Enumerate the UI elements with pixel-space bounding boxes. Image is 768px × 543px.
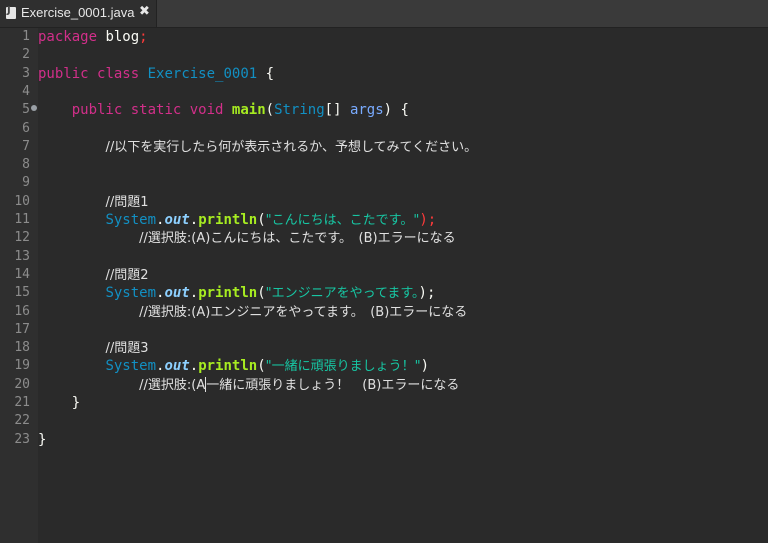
type-name: String	[274, 102, 325, 119]
code-line-14: //問題2	[38, 266, 148, 284]
method-name: println	[198, 285, 258, 302]
brace: }	[71, 395, 81, 411]
keyword: void	[189, 102, 224, 119]
class-name: System	[105, 285, 157, 302]
string-literal: "こんにちは、こたです。"	[265, 213, 420, 228]
line-number: 12	[14, 230, 30, 246]
code-line-3: public class Exercise_0001 {	[38, 65, 274, 83]
comment: //選択肢:(A	[139, 377, 206, 393]
keyword: package	[38, 29, 98, 45]
semicolon: ;	[139, 29, 148, 45]
dot: .	[189, 358, 199, 375]
line-number: 10	[14, 193, 30, 209]
code-line-19: System.out.println("一緒に頑張りましょう！")	[38, 357, 429, 375]
comment: //問題3	[105, 341, 149, 357]
array-brackets: []	[324, 102, 350, 119]
line-number: 4	[22, 83, 30, 99]
line-number: 11	[14, 212, 30, 227]
class-name: Exercise_0001	[147, 65, 258, 82]
method-name: main	[231, 102, 266, 119]
code-line-7: //以下を実行したら何が表示されるか、予想してみてください。	[38, 138, 477, 156]
class-name: System	[105, 358, 157, 375]
line-number: 23	[14, 431, 30, 447]
field-name: out	[164, 285, 190, 302]
line-number: 6	[22, 120, 30, 136]
line-number: 17	[14, 321, 30, 337]
line-number: 3	[22, 65, 30, 81]
string-literal: "エンジニアをやってます。	[265, 286, 419, 302]
line-number: 20	[14, 376, 30, 392]
editor-tab-bar: Exercise_0001.java ✖	[0, 0, 768, 28]
line-number: 8	[22, 157, 30, 173]
comment: //選択肢:(A)エンジニアをやってます。 (B)エラーになる	[139, 304, 468, 320]
paren-brace: ) {	[383, 102, 409, 119]
paren: (	[257, 285, 266, 302]
field-name: out	[164, 358, 190, 375]
java-file-icon	[6, 5, 16, 19]
method-name: println	[198, 358, 258, 375]
dot: .	[189, 285, 199, 302]
method-name: println	[198, 212, 258, 228]
paren-semicolon: );	[418, 285, 436, 302]
comment: //選択肢:(A)こんにちは、こたです。 (B)エラーになる	[139, 231, 456, 247]
line-number: 7	[22, 138, 30, 154]
line-number: 16	[14, 303, 30, 319]
line-number: 19	[14, 358, 30, 374]
comment: //以下を実行したら何が表示されるか、予想してみてください。	[105, 139, 478, 155]
field-name: out	[164, 212, 190, 228]
line-number: 5	[22, 102, 30, 118]
paren: (	[257, 358, 266, 375]
code-line-18: //問題3	[38, 339, 148, 357]
paren: (	[257, 212, 266, 228]
keyword: class	[97, 65, 140, 82]
brace: {	[257, 65, 275, 82]
code-line-16: //選択肢:(A)エンジニアをやってます。 (B)エラーになる	[38, 303, 467, 321]
line-number: 9	[22, 175, 30, 191]
parameter-name: args	[349, 102, 384, 119]
tab-title: Exercise_0001.java	[21, 5, 135, 20]
code-line-1: package blog;	[38, 28, 148, 46]
code-line-11: System.out.println("こんにちは、こたです。");	[38, 211, 436, 229]
tab-exercise-0001[interactable]: Exercise_0001.java ✖	[0, 0, 157, 27]
keyword: static	[130, 102, 182, 119]
code-editor[interactable]: package blog; public class Exercise_0001…	[38, 28, 768, 543]
code-line-15: System.out.println("エンジニアをやってます。);	[38, 284, 435, 302]
line-number: 1	[22, 29, 30, 44]
code-line-5: public static void main(String[] args) {	[38, 101, 409, 119]
line-number: 15	[14, 285, 30, 301]
string-literal: "一緒に頑張りましょう！"	[265, 359, 421, 375]
code-line-10: //問題1	[38, 193, 148, 211]
paren: )	[420, 358, 430, 375]
line-number: 14	[14, 266, 30, 282]
dot: .	[189, 212, 199, 228]
close-tab-icon[interactable]: ✖	[139, 4, 150, 19]
keyword: public	[71, 102, 123, 119]
code-line-12: //選択肢:(A)こんにちは、こたです。 (B)エラーになる	[38, 229, 456, 247]
code-line-20: //選択肢:(A一緒に頑張りましょう！ (B)エラーになる	[38, 376, 459, 394]
line-number: 22	[14, 413, 30, 429]
line-number: 21	[14, 395, 30, 410]
class-name: System	[105, 212, 157, 228]
code-line-23: }	[38, 431, 46, 449]
keyword: public	[38, 65, 89, 82]
comment: //問題2	[105, 267, 149, 283]
paren-semicolon: );	[419, 212, 437, 228]
override-marker-icon	[31, 105, 37, 111]
package-name: blog	[97, 29, 140, 45]
paren: (	[265, 102, 275, 119]
comment: //問題1	[105, 194, 149, 210]
brace: }	[38, 431, 47, 448]
line-number: 18	[14, 340, 30, 356]
line-number: 2	[22, 47, 30, 63]
comment: 一緒に頑張りましょう！ (B)エラーになる	[206, 377, 460, 393]
code-line-21: }	[38, 394, 80, 412]
line-number: 13	[14, 248, 30, 264]
